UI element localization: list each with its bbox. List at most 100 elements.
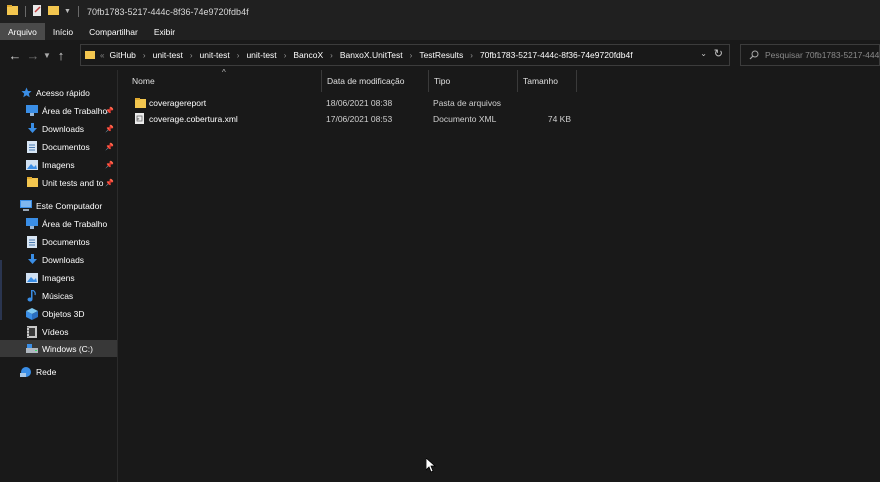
sidebar-item-label: Documentos — [42, 141, 90, 152]
sidebar-item-network[interactable]: Rede — [0, 363, 117, 380]
folder-icon — [26, 177, 38, 189]
download-icon — [26, 123, 38, 135]
sidebar-item-label: Área de Trabalho — [42, 105, 108, 116]
navigation-pane: Acesso rápido Área de Trabalho 📌 Downloa… — [0, 70, 118, 482]
chevron-right-icon[interactable]: › — [410, 51, 413, 60]
tab-inicio[interactable]: Início — [45, 23, 81, 40]
sidebar-item-label: Downloads — [42, 123, 85, 134]
file-size: 74 KB — [547, 113, 571, 124]
image-icon — [26, 159, 38, 171]
sidebar-item-3d-objects[interactable]: Objetos 3D — [0, 305, 117, 322]
desktop-icon — [26, 218, 38, 230]
breadcrumb-testresults[interactable]: TestResults — [419, 50, 463, 60]
sidebar-item-quick-downloads[interactable]: Downloads 📌 — [0, 120, 117, 137]
window-edge — [0, 260, 2, 320]
sidebar-item-label: Windows (C:) — [42, 343, 94, 354]
breadcrumb-unit-test-1[interactable]: unit-test — [153, 50, 183, 60]
search-input[interactable]: Pesquisar 70fb1783-5217-444c-8f36-74e972… — [740, 44, 880, 66]
ribbon-tabs: Arquivo Início Compartilhar Exibir — [0, 23, 880, 40]
file-size — [522, 95, 571, 110]
sidebar-item-quick-unit-tests[interactable]: Unit tests and to 📌 — [0, 174, 117, 191]
document-icon — [26, 140, 38, 153]
chevron-right-icon[interactable]: › — [330, 51, 333, 60]
drive-icon — [26, 343, 38, 355]
breadcrumb-current-folder[interactable]: 70fb1783-5217-444c-8f36-74e9720fdb4f — [480, 50, 633, 60]
sidebar-item-quick-access[interactable]: Acesso rápido — [0, 84, 117, 101]
new-folder-icon[interactable] — [48, 5, 59, 18]
column-divider[interactable] — [576, 70, 577, 92]
column-header-size[interactable]: Tamanho — [518, 70, 576, 92]
chevron-right-icon[interactable]: › — [470, 51, 473, 60]
file-type: Documento XML — [433, 113, 497, 124]
image-icon — [26, 272, 38, 284]
sidebar-item-label: Vídeos — [42, 326, 69, 337]
breadcrumb-github[interactable]: GitHub — [109, 50, 135, 60]
tab-compartilhar[interactable]: Compartilhar — [81, 23, 146, 40]
file-name: coveragereport — [149, 97, 207, 108]
sidebar-item-quick-documents[interactable]: Documentos 📌 — [0, 138, 117, 155]
breadcrumb-unit-test-2[interactable]: unit-test — [200, 50, 230, 60]
sidebar-item-label: Unit tests and to — [42, 177, 104, 188]
sidebar-item-label: Imagens — [42, 272, 75, 283]
address-bar[interactable]: « GitHub › unit-test › unit-test › unit-… — [80, 44, 730, 66]
recent-locations-dropdown[interactable]: ▼ — [42, 44, 52, 66]
forward-button[interactable]: → — [24, 44, 42, 66]
chevron-right-icon[interactable]: › — [190, 51, 193, 60]
column-header-date[interactable]: Data de modificação — [322, 70, 428, 92]
sidebar-item-label: Área de Trabalho — [42, 218, 108, 229]
breadcrumb-unit-test-3[interactable]: unit-test — [246, 50, 276, 60]
title-separator — [25, 6, 26, 17]
pin-icon[interactable]: 📌 — [105, 125, 114, 133]
sidebar-item-label: Músicas — [42, 290, 74, 301]
title-separator — [77, 6, 79, 17]
chevron-right-icon[interactable]: › — [284, 51, 287, 60]
sidebar-item-windows-drive[interactable]: Windows (C:) — [0, 340, 117, 357]
file-date: 17/06/2021 08:53 — [326, 113, 393, 124]
chevron-right-icon[interactable]: › — [237, 51, 240, 60]
chevron-right-icon[interactable]: › — [143, 51, 146, 60]
window-title: 70fb1783-5217-444c-8f36-74e9720fdb4f — [86, 6, 249, 17]
properties-icon[interactable] — [32, 5, 43, 18]
sidebar-item-quick-images[interactable]: Imagens 📌 — [0, 156, 117, 173]
breadcrumb-bancox[interactable]: BancoX — [293, 50, 323, 60]
folder-icon — [85, 50, 95, 60]
sidebar-item-documents[interactable]: Documentos — [0, 233, 117, 250]
sidebar-item-downloads[interactable]: Downloads — [0, 251, 117, 268]
sidebar-item-this-pc[interactable]: Este Computador — [0, 197, 117, 214]
sidebar-item-music[interactable]: Músicas — [0, 287, 117, 304]
quick-access-dropdown-icon[interactable]: ▼ — [64, 8, 71, 15]
table-row[interactable]: e coverage.cobertura.xml 17/06/2021 08:5… — [119, 111, 879, 126]
video-icon — [26, 325, 38, 338]
tab-exibir[interactable]: Exibir — [146, 23, 183, 40]
column-header-name[interactable]: Nome — [127, 70, 321, 92]
file-date: 18/06/2021 08:38 — [326, 97, 393, 108]
sidebar-item-desktop[interactable]: Área de Trabalho — [0, 215, 117, 232]
pin-icon[interactable]: 📌 — [105, 143, 114, 151]
network-icon — [20, 366, 32, 378]
crumb-overflow-icon[interactable]: « — [100, 51, 104, 60]
up-button[interactable]: ↑ — [52, 44, 70, 66]
star-icon — [20, 87, 32, 99]
breadcrumb-unittest[interactable]: BanxoX.UnitTest — [340, 50, 403, 60]
sidebar-item-label: Rede — [36, 366, 57, 377]
sidebar-item-videos[interactable]: Vídeos — [0, 323, 117, 340]
search-icon — [749, 50, 759, 60]
column-header-type[interactable]: Tipo — [429, 70, 517, 92]
sidebar-item-quick-desktop[interactable]: Área de Trabalho 📌 — [0, 102, 117, 119]
pin-icon[interactable]: 📌 — [105, 179, 114, 187]
refresh-icon[interactable]: ↻ — [714, 47, 723, 60]
sidebar-item-images[interactable]: Imagens — [0, 269, 117, 286]
svg-text:e: e — [137, 117, 139, 121]
pin-icon[interactable]: 📌 — [105, 161, 114, 169]
computer-icon — [20, 200, 32, 212]
sidebar-item-label: Objetos 3D — [42, 308, 85, 319]
address-history-dropdown[interactable]: ⌄ — [700, 49, 707, 58]
folder-icon — [7, 5, 18, 18]
file-type: Pasta de arquivos — [433, 97, 502, 108]
back-button[interactable]: ← — [6, 44, 24, 66]
tab-arquivo[interactable]: Arquivo — [0, 23, 45, 40]
mouse-cursor-icon — [425, 457, 437, 475]
pin-icon[interactable]: 📌 — [105, 107, 114, 115]
search-placeholder: Pesquisar 70fb1783-5217-444c-8f36-74e972… — [765, 50, 880, 60]
table-row[interactable]: coveragereport 18/06/2021 08:38 Pasta de… — [119, 95, 879, 110]
